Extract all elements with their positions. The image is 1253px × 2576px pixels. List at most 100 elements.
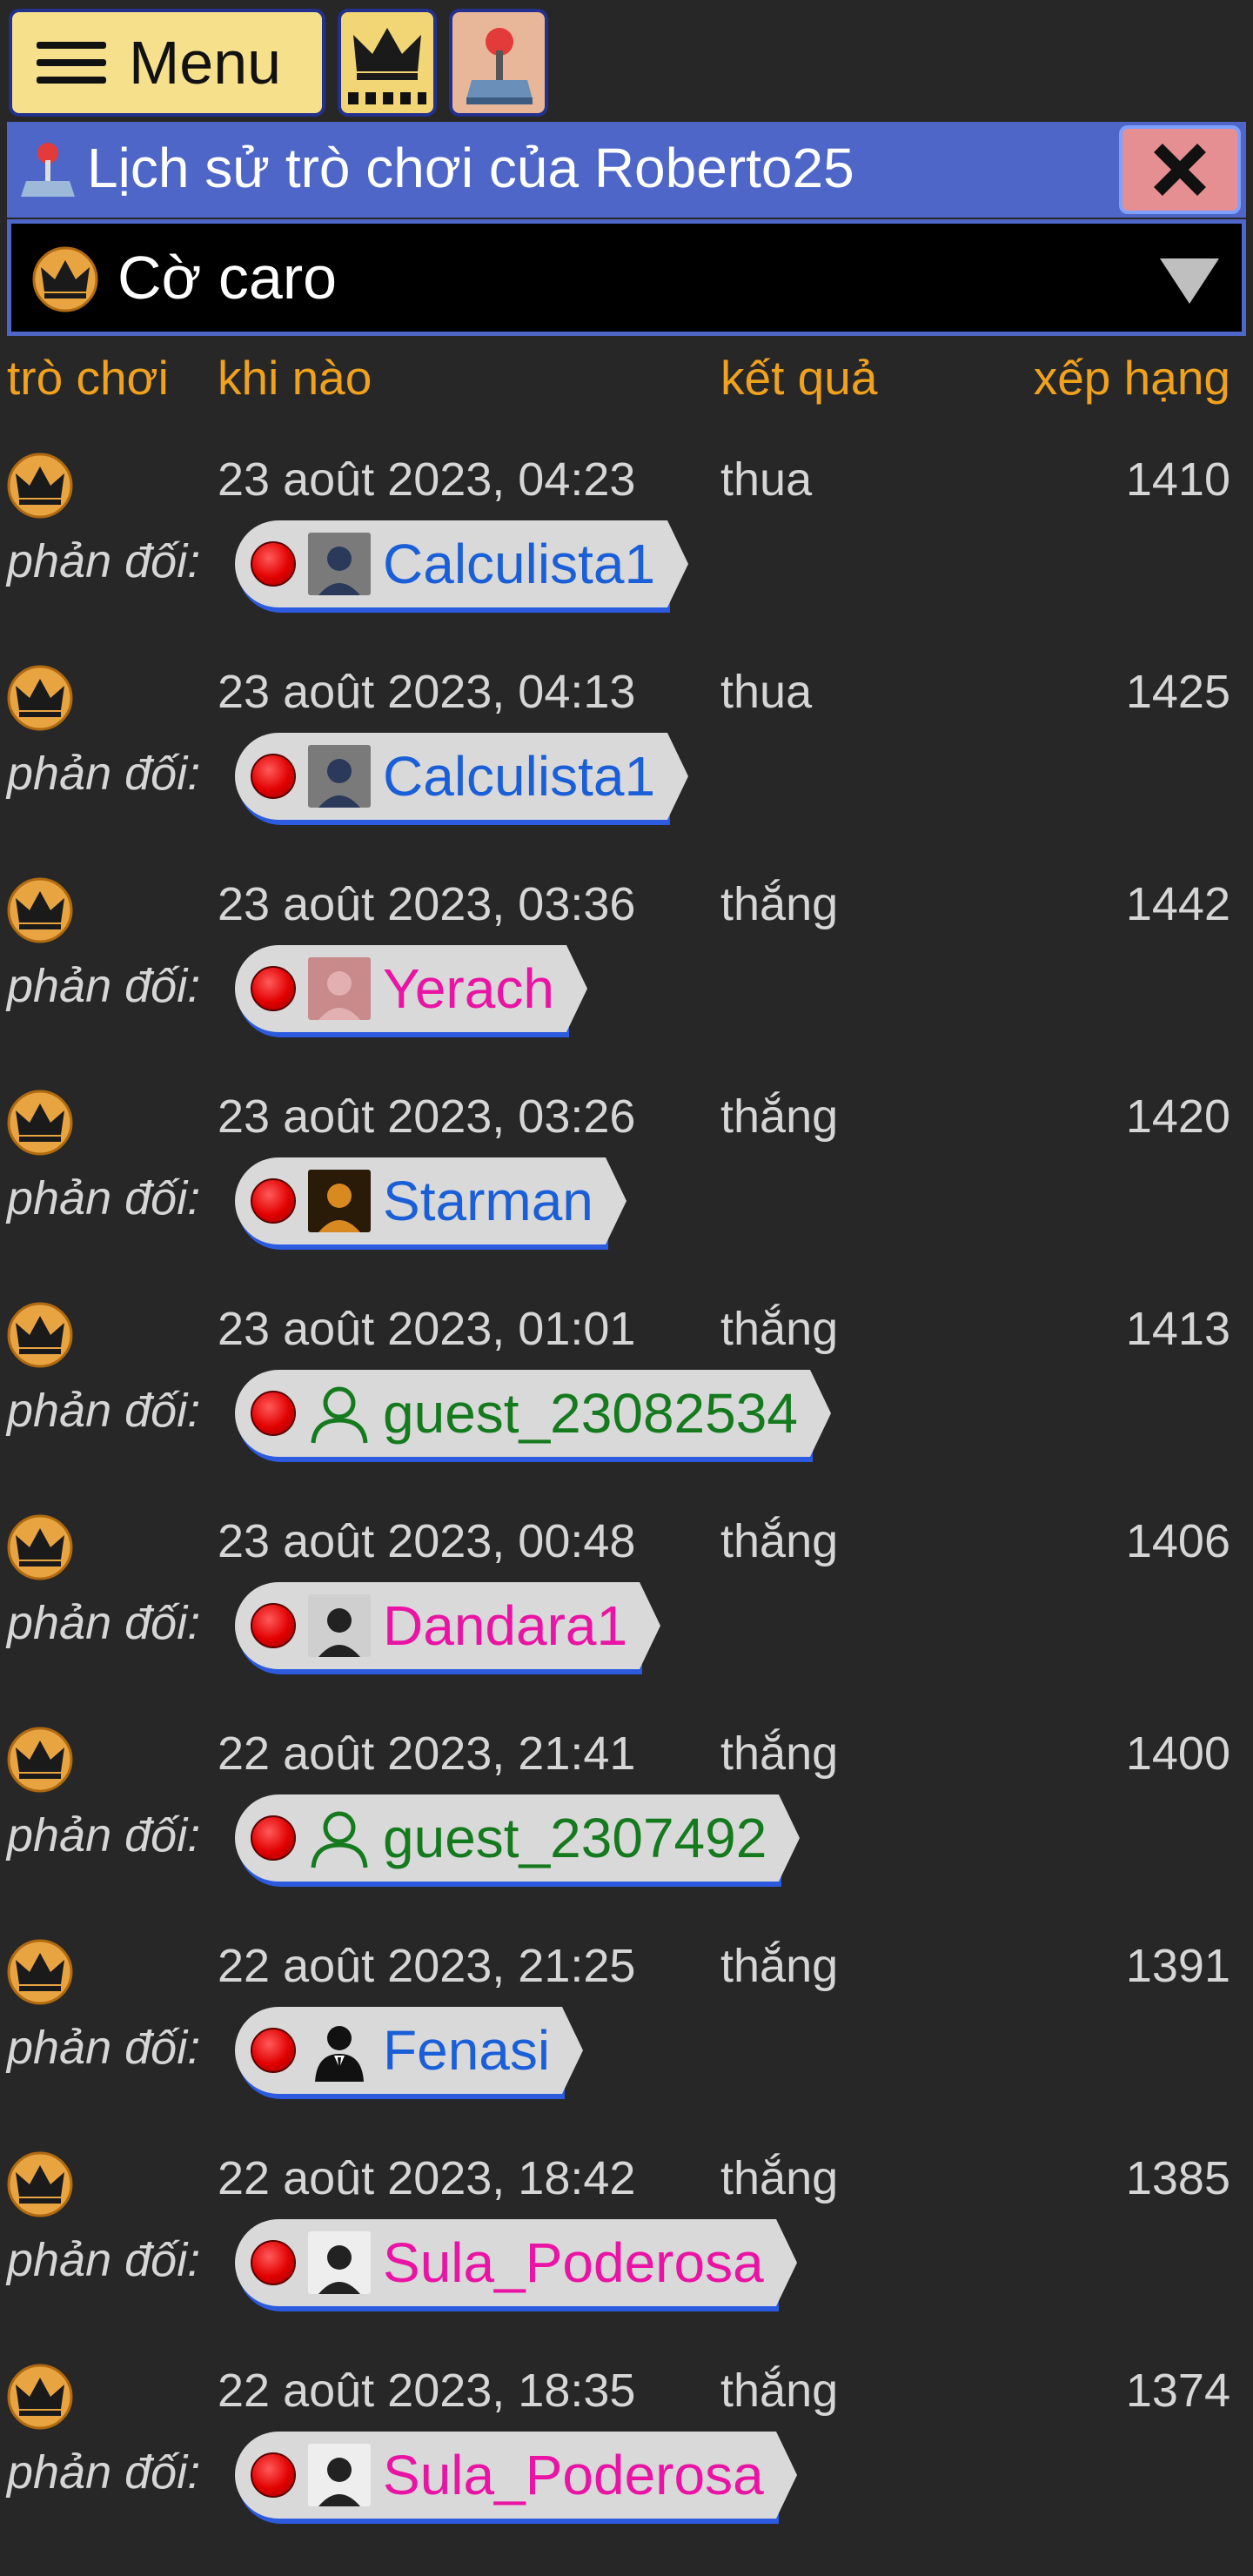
menu-button[interactable]: Menu xyxy=(9,9,325,117)
game-history-row[interactable]: 23 août 2023, 01:01 thắng 1413 phản đối:… xyxy=(0,1302,1253,1511)
opponent-name: guest_2307492 xyxy=(383,1807,767,1869)
game-rank: 1374 xyxy=(1125,2365,1230,2417)
column-header-when[interactable]: khi nào xyxy=(218,350,372,406)
game-rank: 1410 xyxy=(1125,453,1230,506)
status-dot-icon xyxy=(251,1178,296,1224)
games-button[interactable] xyxy=(449,9,548,117)
hamburger-icon xyxy=(37,37,106,89)
photo-avatar xyxy=(308,957,371,1020)
opponent-label: phản đối: xyxy=(7,2446,201,2499)
photo-avatar xyxy=(308,2231,371,2294)
opponent-label: phản đối: xyxy=(7,960,201,1012)
game-history-row[interactable]: 23 août 2023, 03:26 thắng 1420 phản đối:… xyxy=(0,1090,1253,1298)
opponent-label: phản đối: xyxy=(7,535,201,587)
opponent-name: Yerach xyxy=(383,957,554,1020)
game-time: 23 août 2023, 04:13 xyxy=(218,666,636,718)
close-icon xyxy=(1154,144,1206,196)
game-result: thắng xyxy=(720,1303,839,1355)
opponent-name: Sula_Poderosa xyxy=(383,2231,764,2294)
opponent-name: Fenasi xyxy=(383,2019,551,2082)
status-dot-icon xyxy=(251,2452,296,2498)
opponent-pill[interactable]: Yerach xyxy=(235,945,587,1032)
status-dot-icon xyxy=(251,1391,296,1436)
crown-icon[interactable] xyxy=(7,2151,73,2217)
opponent-pill[interactable]: Starman xyxy=(235,1157,626,1244)
game-result: thắng xyxy=(720,2152,839,2204)
opponent-name: Starman xyxy=(383,1170,593,1232)
game-history-row[interactable]: 22 août 2023, 21:25 thắng 1391 phản đối:… xyxy=(0,1939,1253,2148)
game-time: 22 août 2023, 21:25 xyxy=(218,1940,636,1992)
game-result: thắng xyxy=(720,2365,839,2417)
game-history-row[interactable]: 23 août 2023, 03:36 thắng 1442 phản đối:… xyxy=(0,877,1253,1086)
opponent-pill[interactable]: Dandara1 xyxy=(235,1582,661,1669)
game-history-row[interactable]: 23 août 2023, 00:48 thắng 1406 phản đối:… xyxy=(0,1514,1253,1723)
game-rank: 1400 xyxy=(1125,1727,1230,1780)
game-result: thắng xyxy=(720,878,839,930)
crown-icon[interactable] xyxy=(7,665,73,731)
opponent-pill[interactable]: guest_2307492 xyxy=(235,1794,801,1882)
game-history-row[interactable]: 22 août 2023, 21:41 thắng 1400 phản đối:… xyxy=(0,1727,1253,1935)
close-button[interactable] xyxy=(1119,125,1241,214)
photo-avatar xyxy=(308,745,371,808)
ranking-button[interactable] xyxy=(338,9,437,117)
game-time: 22 août 2023, 18:42 xyxy=(218,2152,636,2204)
crown-icon[interactable] xyxy=(7,453,73,519)
game-time: 23 août 2023, 03:36 xyxy=(218,878,636,930)
opponent-name: guest_23082534 xyxy=(383,1382,798,1445)
photo-avatar xyxy=(308,2444,371,2506)
crown-icon xyxy=(353,28,421,80)
game-rank: 1420 xyxy=(1125,1090,1230,1143)
opponent-pill[interactable]: Sula_Poderosa xyxy=(235,2219,797,2306)
crown-icon[interactable] xyxy=(7,1939,73,2005)
joystick-icon xyxy=(21,143,75,197)
column-header-result[interactable]: kết quả xyxy=(720,350,877,406)
crown-icon[interactable] xyxy=(7,1514,73,1580)
game-result: thua xyxy=(720,453,813,506)
status-dot-icon xyxy=(251,541,296,587)
opponent-pill[interactable]: Calculista1 xyxy=(235,733,689,820)
game-history-row[interactable]: 22 août 2023, 18:42 thắng 1385 phản đối:… xyxy=(0,2151,1253,2360)
opponent-pill[interactable]: Sula_Poderosa xyxy=(235,2432,797,2519)
game-rank: 1425 xyxy=(1125,666,1230,718)
photo-avatar xyxy=(308,1170,371,1232)
crown-icon[interactable] xyxy=(7,877,73,943)
game-rank: 1391 xyxy=(1125,1940,1230,1992)
status-dot-icon xyxy=(251,2028,296,2073)
crown-icon[interactable] xyxy=(7,1090,73,1156)
column-header-game[interactable]: trò chơi xyxy=(7,350,169,406)
crown-icon[interactable] xyxy=(7,1302,73,1368)
game-time: 23 août 2023, 01:01 xyxy=(218,1303,636,1355)
photo-avatar xyxy=(308,533,371,595)
game-result: thắng xyxy=(720,1940,839,1992)
game-rank: 1385 xyxy=(1125,2152,1230,2204)
joystick-icon xyxy=(466,28,533,104)
game-rank: 1442 xyxy=(1125,878,1230,930)
status-dot-icon xyxy=(251,966,296,1011)
game-time: 23 août 2023, 04:23 xyxy=(218,453,636,506)
opponent-label: phản đối: xyxy=(7,2234,201,2286)
opponent-label: phản đối: xyxy=(7,1172,201,1224)
opponent-name: Sula_Poderosa xyxy=(383,2444,764,2506)
opponent-pill[interactable]: Fenasi xyxy=(235,2007,584,2094)
game-time: 22 août 2023, 18:35 xyxy=(218,2365,636,2417)
game-time: 23 août 2023, 00:48 xyxy=(218,1515,636,1567)
game-result: thắng xyxy=(720,1727,839,1780)
game-history-row[interactable]: 23 août 2023, 04:23 thua 1410 phản đối: … xyxy=(0,453,1253,661)
game-select[interactable]: Cờ caro xyxy=(7,219,1246,336)
column-header-rank[interactable]: xếp hạng xyxy=(1034,350,1230,406)
title-bar: Lịch sử trò chơi của Roberto25 xyxy=(7,122,1246,218)
game-result: thắng xyxy=(720,1090,839,1143)
guest-user-icon xyxy=(308,1382,371,1445)
dotted-bar xyxy=(348,92,426,104)
chevron-down-icon xyxy=(1160,258,1219,304)
status-dot-icon xyxy=(251,1815,296,1861)
opponent-label: phản đối: xyxy=(7,1809,201,1862)
crown-icon[interactable] xyxy=(7,1727,73,1793)
guest-user-icon xyxy=(308,1807,371,1869)
game-time: 22 août 2023, 21:41 xyxy=(218,1727,636,1780)
opponent-pill[interactable]: Calculista1 xyxy=(235,520,689,607)
game-history-row[interactable]: 23 août 2023, 04:13 thua 1425 phản đối: … xyxy=(0,665,1253,874)
crown-icon[interactable] xyxy=(7,2364,73,2430)
game-history-row[interactable]: 22 août 2023, 18:35 thắng 1374 phản đối:… xyxy=(0,2364,1253,2573)
opponent-pill[interactable]: guest_23082534 xyxy=(235,1370,831,1457)
